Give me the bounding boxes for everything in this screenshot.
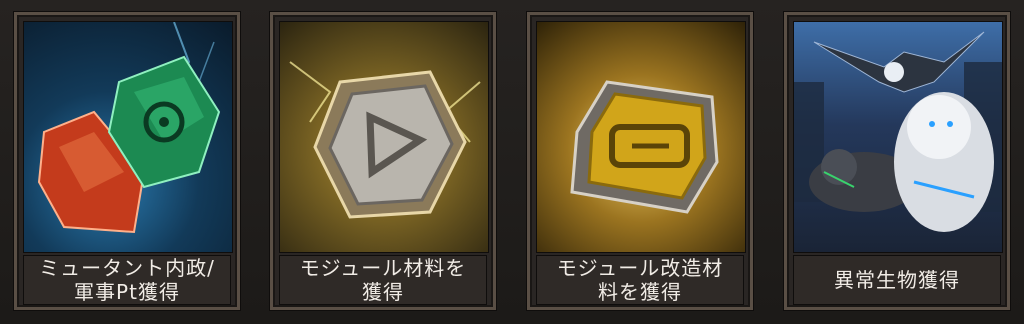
card-label-line-1: モジュール改造材 bbox=[556, 256, 724, 280]
reward-card-mutant-points[interactable]: ミュータント内政/ 軍事Pt獲得 bbox=[14, 12, 240, 310]
card-label: モジュール材料を 獲得 bbox=[279, 255, 487, 305]
reward-card-row: ミュータント内政/ 軍事Pt獲得 モジュール材料を 獲得 モジュール改造材 料を… bbox=[0, 0, 1024, 324]
card-label: 異常生物獲得 bbox=[793, 255, 1001, 305]
card-label: モジュール改造材 料を獲得 bbox=[536, 255, 744, 305]
card-label-line-2: 獲得 bbox=[361, 280, 404, 304]
module-material-icon bbox=[279, 21, 489, 253]
mutant-crystals-icon bbox=[23, 21, 233, 253]
card-label-line-2: 軍事Pt獲得 bbox=[74, 280, 180, 304]
card-label-line-1: 異常生物獲得 bbox=[834, 268, 960, 292]
card-label-line-1: ミュータント内政/ bbox=[39, 256, 215, 280]
module-mod-chip-icon bbox=[536, 21, 746, 253]
reward-card-module-material[interactable]: モジュール材料を 獲得 bbox=[270, 12, 496, 310]
card-label-line-1: モジュール材料を bbox=[299, 256, 467, 280]
reward-card-abnormal-creature[interactable]: 異常生物獲得 bbox=[784, 12, 1010, 310]
reward-card-module-mod-material[interactable]: モジュール改造材 料を獲得 bbox=[527, 12, 753, 310]
card-label-line-2: 料を獲得 bbox=[597, 280, 682, 304]
beasts-icon bbox=[793, 21, 1003, 253]
card-label: ミュータント内政/ 軍事Pt獲得 bbox=[23, 255, 231, 305]
